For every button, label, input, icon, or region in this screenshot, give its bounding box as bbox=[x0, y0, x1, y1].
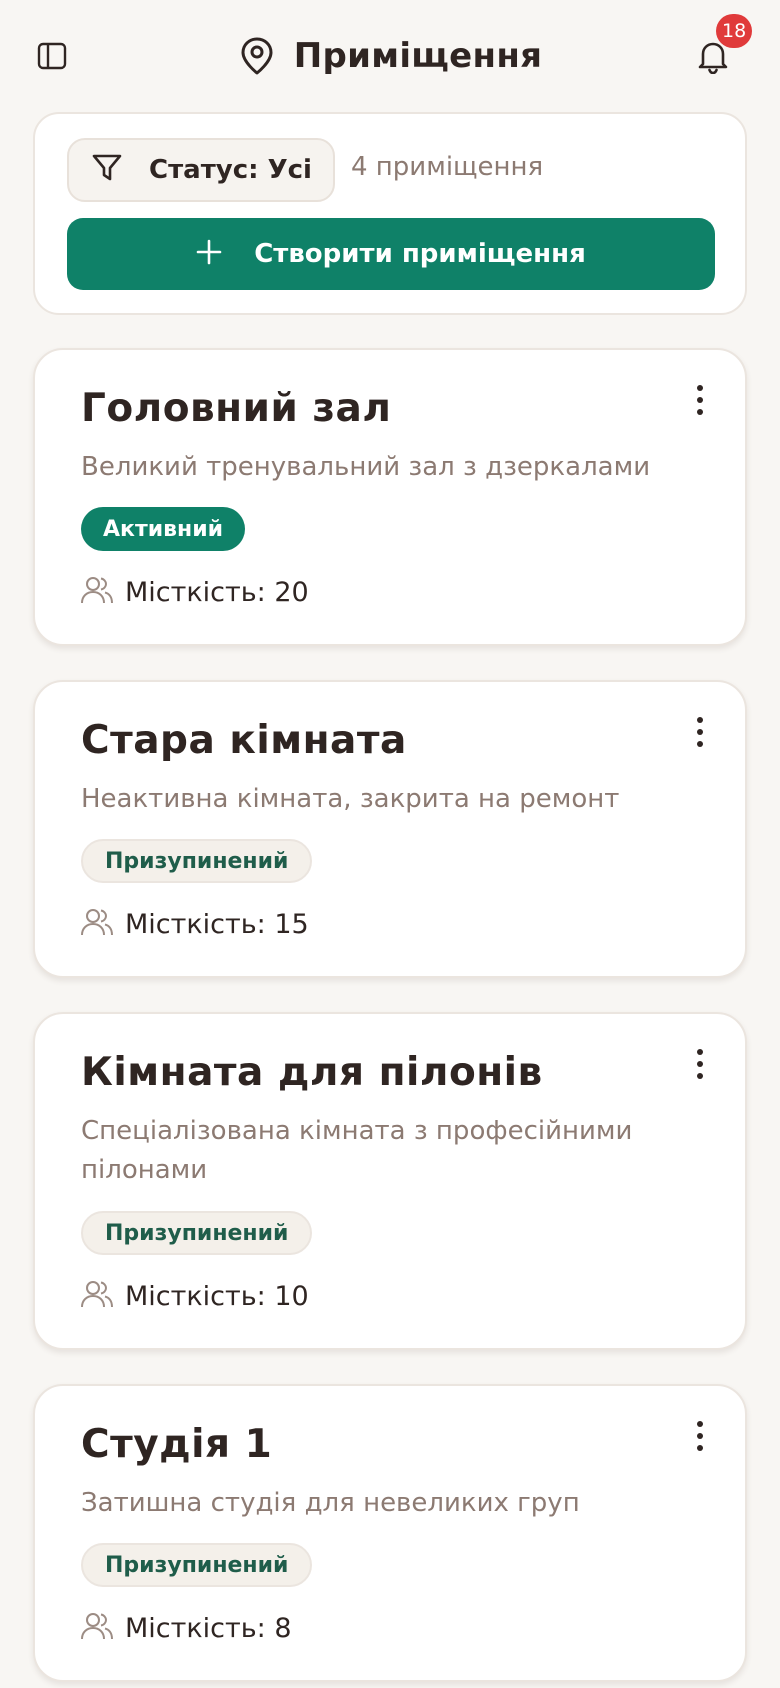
users-icon bbox=[81, 1279, 113, 1313]
page-title: Приміщення bbox=[293, 36, 543, 76]
status-badge: Призупинений bbox=[81, 1543, 313, 1587]
room-capacity: Місткість: 8 bbox=[81, 1610, 292, 1646]
app-header: Приміщення 18 bbox=[0, 0, 780, 112]
rooms-count: 4 приміщення bbox=[351, 152, 544, 182]
capacity-label: Місткість: 20 bbox=[125, 576, 309, 608]
room-capacity: Місткість: 15 bbox=[81, 906, 309, 942]
capacity-label: Місткість: 15 bbox=[125, 908, 309, 940]
room-card[interactable]: Головний зал Великий тренувальний зал з … bbox=[33, 348, 747, 646]
page-title-group: Приміщення bbox=[0, 30, 780, 82]
status-badge: Призупинений bbox=[81, 1211, 313, 1255]
location-pin-icon bbox=[238, 37, 276, 75]
more-options-icon[interactable] bbox=[685, 1044, 715, 1084]
room-card[interactable]: Студія 1 Затишна студія для невеликих гр… bbox=[33, 1384, 747, 1682]
more-options-icon[interactable] bbox=[685, 1416, 715, 1456]
capacity-label: Місткість: 8 bbox=[125, 1612, 292, 1644]
plus-icon bbox=[196, 239, 222, 269]
filter-icon bbox=[91, 153, 123, 187]
create-room-label: Створити приміщення bbox=[254, 239, 586, 269]
room-name: Головний зал bbox=[81, 386, 392, 431]
room-name: Кімната для пілонів bbox=[81, 1050, 543, 1095]
status-badge: Призупинений bbox=[81, 839, 313, 883]
create-room-button[interactable]: Створити приміщення bbox=[67, 218, 715, 290]
users-icon bbox=[81, 575, 113, 609]
status-filter-label: Статус: Усі bbox=[149, 155, 312, 185]
room-card[interactable]: Стара кімната Неактивна кімната, закрита… bbox=[33, 680, 747, 978]
room-name: Стара кімната bbox=[81, 718, 407, 763]
room-name: Студія 1 bbox=[81, 1422, 273, 1467]
more-options-icon[interactable] bbox=[685, 380, 715, 420]
more-options-icon[interactable] bbox=[685, 712, 715, 752]
room-capacity: Місткість: 10 bbox=[81, 1278, 309, 1314]
users-icon bbox=[81, 907, 113, 941]
notification-count-badge: 18 bbox=[716, 14, 753, 48]
room-description: Неактивна кімната, закрита на ремонт bbox=[81, 784, 620, 814]
status-badge: Активний bbox=[81, 507, 246, 551]
room-capacity: Місткість: 20 bbox=[81, 574, 309, 610]
status-filter-button[interactable]: Статус: Усі bbox=[67, 138, 335, 202]
room-description: Затишна студія для невеликих груп bbox=[81, 1488, 580, 1518]
capacity-label: Місткість: 10 bbox=[125, 1280, 309, 1312]
room-card[interactable]: Кімната для пілонів Спеціалізована кімна… bbox=[33, 1012, 747, 1350]
room-description: Великий тренувальний зал з дзеркалами bbox=[81, 452, 651, 482]
room-description: Спеціалізована кімната з професійними пі… bbox=[81, 1116, 633, 1185]
toolbar-card: Статус: Усі 4 приміщення Створити приміщ… bbox=[33, 112, 747, 315]
users-icon bbox=[81, 1611, 113, 1645]
